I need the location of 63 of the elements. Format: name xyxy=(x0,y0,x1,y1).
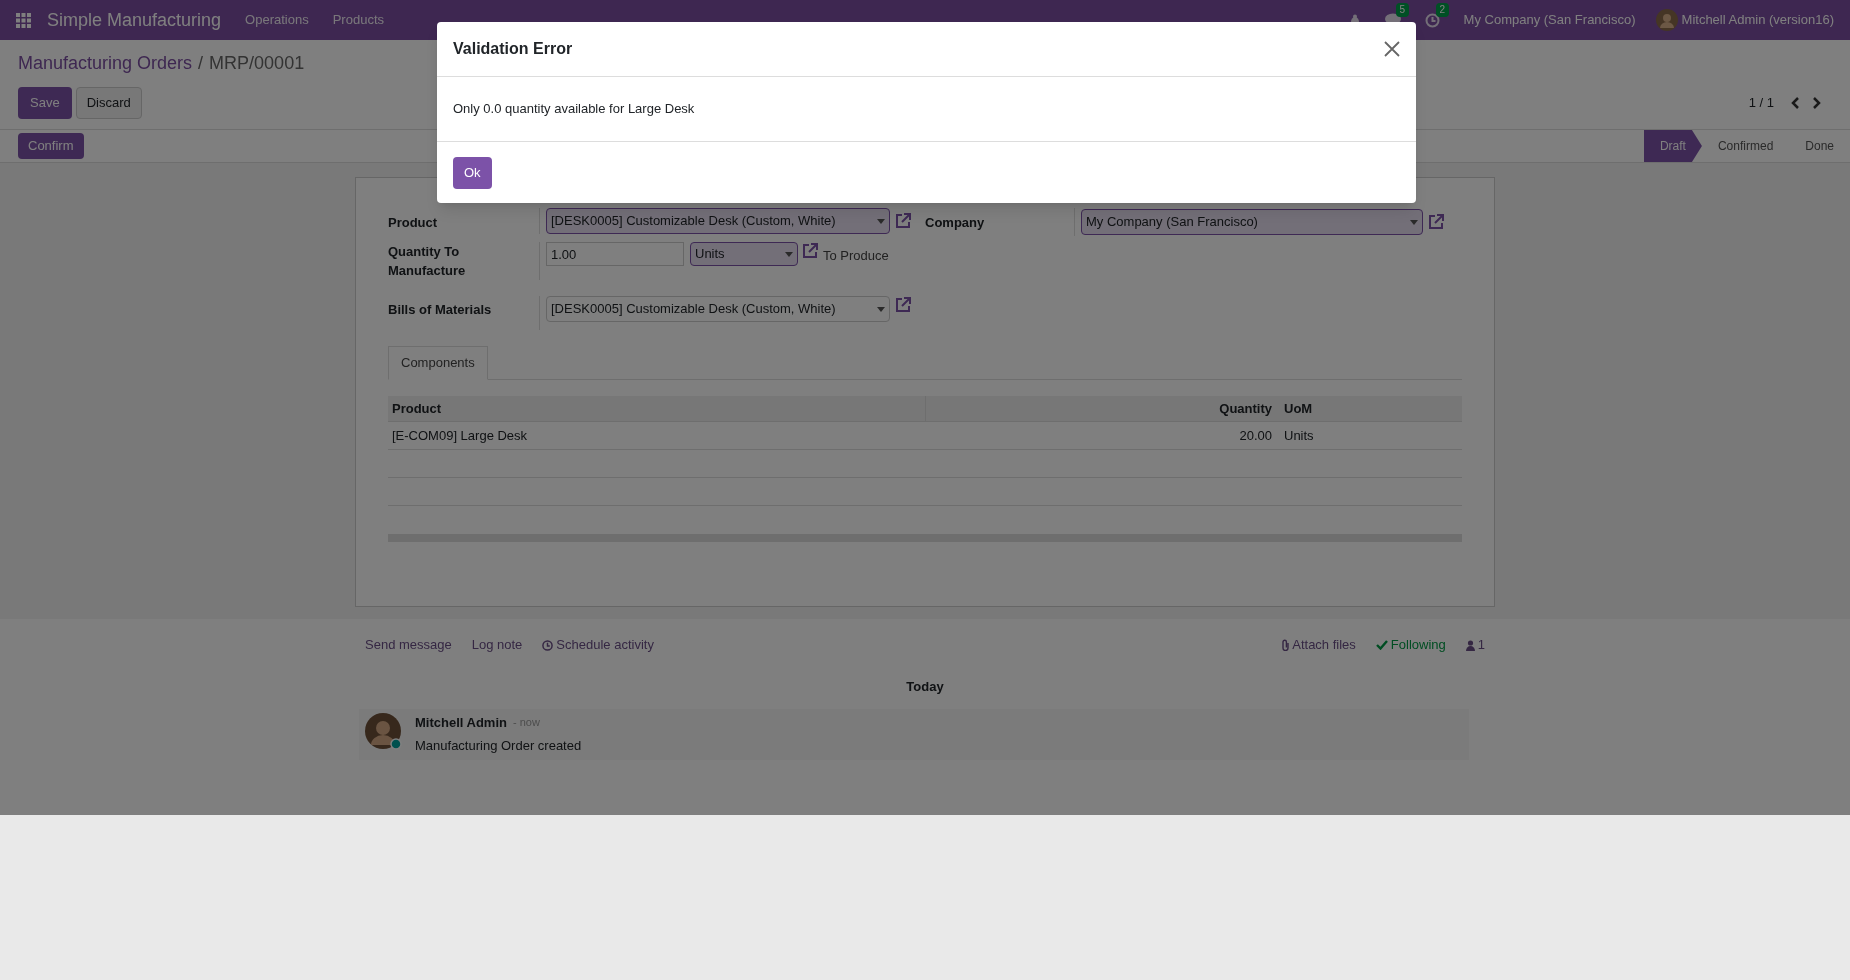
chatter-action[interactable]: Schedule activity xyxy=(542,635,654,655)
notebook-tab[interactable]: Components xyxy=(388,346,488,380)
caret-icon xyxy=(877,218,885,224)
app-name[interactable]: Simple Manufacturing xyxy=(47,6,222,34)
ok-button[interactable]: Ok xyxy=(453,156,492,189)
caret-icon xyxy=(877,306,885,312)
checkmark-icon xyxy=(1375,640,1388,650)
pager-value: 1 / 1 xyxy=(1748,94,1774,113)
product-select[interactable]: [DESK0005] Customizable Desk (Custom, White) xyxy=(546,208,890,234)
external-link-icon[interactable] xyxy=(801,242,819,260)
menu-item[interactable]: Operations xyxy=(245,10,309,30)
field-label: Company xyxy=(925,208,1075,236)
avatar-icon xyxy=(365,712,403,751)
column-header[interactable]: UoM xyxy=(1276,398,1321,419)
field-label: Quantity To Manufacture xyxy=(388,242,540,280)
field-label: Bills of Materials xyxy=(388,296,540,330)
discard-button[interactable]: Discard xyxy=(75,87,142,119)
following-button[interactable]: Following xyxy=(1390,635,1446,655)
dialog-title: Validation Error xyxy=(453,39,573,59)
dialog-message: Only 0.0 quantity available for Large Desk xyxy=(453,100,695,119)
save-button[interactable]: Save xyxy=(18,87,72,119)
confirm-button[interactable]: Confirm xyxy=(18,133,84,159)
clock-icon xyxy=(542,639,554,651)
message-author: Mitchell Admin xyxy=(415,713,507,732)
followers-count[interactable]: 1 xyxy=(1477,635,1485,655)
clock-icon[interactable] xyxy=(1424,12,1440,28)
apps-grid-icon[interactable] xyxy=(16,12,31,28)
activity-count-badge: 2 xyxy=(1435,2,1450,17)
company-switcher[interactable]: My Company (San Francisco) xyxy=(1463,10,1636,30)
chatter-action[interactable]: Log note xyxy=(471,635,523,655)
table-cell-text: Units xyxy=(1283,426,1315,445)
menu-item[interactable]: Products xyxy=(332,10,384,30)
caret-icon xyxy=(1410,219,1418,225)
bom-select[interactable]: [DESK0005] Customizable Desk (Custom, White) xyxy=(546,296,890,322)
table-cell-text: [E-COM09] Large Desk xyxy=(391,426,529,445)
next-icon[interactable] xyxy=(1812,97,1822,109)
paperclip-icon xyxy=(1281,639,1291,651)
unit-select[interactable]: Units xyxy=(690,242,798,266)
close-icon[interactable] xyxy=(1384,41,1400,57)
quantity-input[interactable]: 1.00 xyxy=(546,242,684,266)
table-cell-text: 20.00 xyxy=(1238,426,1273,445)
external-link-icon[interactable] xyxy=(894,296,912,314)
company-select[interactable]: My Company (San Francisco) xyxy=(1081,209,1423,235)
caret-icon xyxy=(785,251,793,257)
chatter-action[interactable]: Send message xyxy=(365,635,452,655)
breadcrumb-current: MRP/00001 xyxy=(209,52,305,75)
external-link-icon[interactable] xyxy=(1427,213,1445,231)
user-menu[interactable]: Mitchell Admin (version16) xyxy=(1681,10,1834,30)
person-icon xyxy=(1465,639,1475,651)
column-header[interactable]: Quantity xyxy=(926,398,1276,419)
field-label: Product xyxy=(388,208,540,234)
message-count-badge: 5 xyxy=(1395,3,1410,17)
attach-files-link[interactable]: Attach files xyxy=(1292,635,1356,655)
date-separator: Today xyxy=(906,678,944,696)
external-link-icon[interactable] xyxy=(894,212,912,230)
message-body: Manufacturing Order created xyxy=(415,737,582,755)
previous-icon[interactable] xyxy=(1790,97,1800,109)
column-header[interactable]: Product xyxy=(388,396,926,421)
quantity-suffix: To Produce xyxy=(823,247,889,265)
status-stage[interactable]: Draft xyxy=(1643,130,1702,162)
avatar-icon[interactable] xyxy=(1655,9,1678,31)
breadcrumb-link[interactable]: Manufacturing Orders xyxy=(18,50,193,77)
breadcrumb-separator: / xyxy=(198,52,204,75)
